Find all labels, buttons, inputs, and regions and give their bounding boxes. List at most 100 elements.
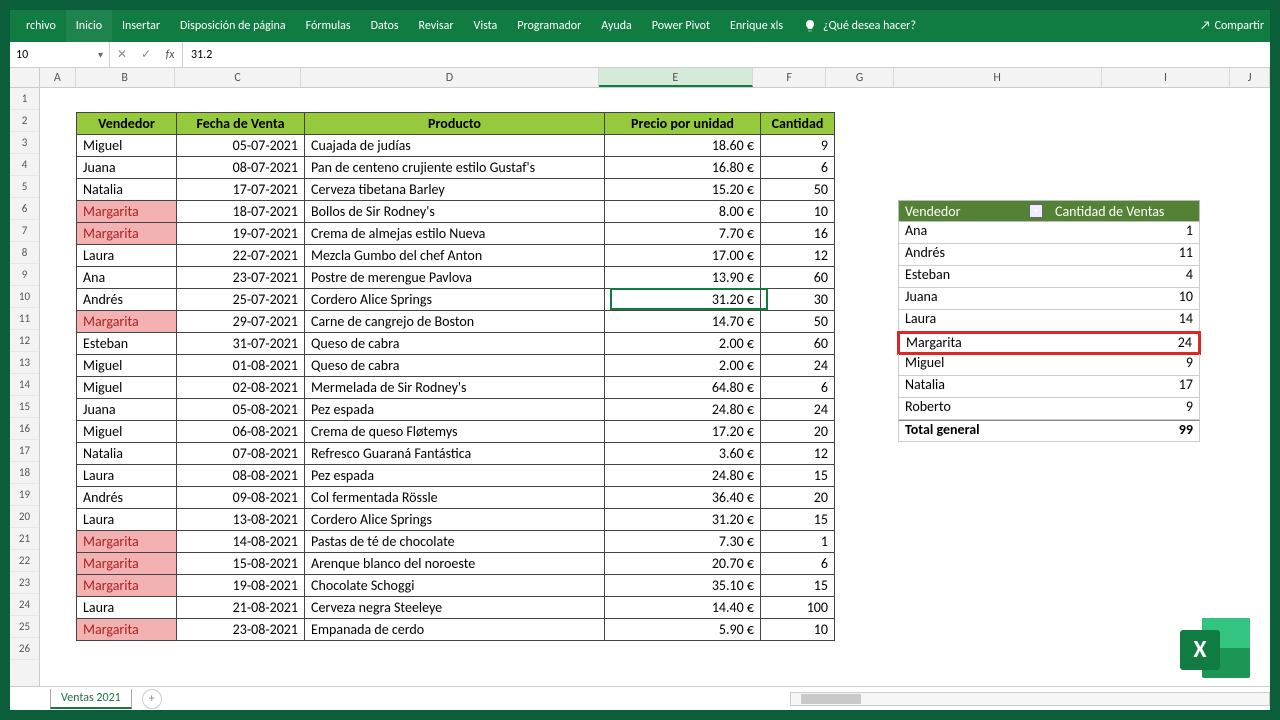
table-row[interactable]: Margarita14-08-2021Pastas de té de choco… [77,531,835,553]
cell[interactable]: 22-07-2021 [177,245,305,267]
cell[interactable]: 24.80 € [605,399,761,421]
cell[interactable]: Ana [77,267,177,289]
cell[interactable]: Margarita [77,223,177,245]
pivot-header[interactable]: Vendedor▾Cantidad de Ventas [898,200,1200,222]
row-header[interactable]: 24 [10,594,39,616]
row-header[interactable]: 6 [10,198,39,220]
scrollbar-thumb[interactable] [801,694,861,704]
cell[interactable]: Cerveza negra Steeleye [305,597,605,619]
table-row[interactable]: Juana05-08-2021Pez espada24.80 €24 [77,399,835,421]
cell[interactable]: 15 [761,575,835,597]
row-header[interactable]: 14 [10,374,39,396]
cell[interactable]: 12 [761,443,835,465]
ribbon-tab[interactable]: Ayuda [591,10,642,42]
row-header[interactable]: 1 [10,88,39,110]
column-header[interactable]: F [753,68,826,87]
cell[interactable]: Juana [77,157,177,179]
cell[interactable]: 15-08-2021 [177,553,305,575]
cell[interactable]: 29-07-2021 [177,311,305,333]
cell[interactable]: Margarita [77,201,177,223]
row-header[interactable]: 25 [10,616,39,638]
cell[interactable]: 17-07-2021 [177,179,305,201]
cell[interactable]: 08-08-2021 [177,465,305,487]
cell[interactable]: Pastas de té de chocolate [305,531,605,553]
cell[interactable]: 20.70 € [605,553,761,575]
horizontal-scrollbar[interactable] [790,692,1270,706]
cell[interactable]: 2.00 € [605,333,761,355]
ribbon-tab[interactable]: Fórmulas [296,10,361,42]
cell[interactable]: Laura [77,509,177,531]
row-header[interactable]: 3 [10,132,39,154]
row-header[interactable]: 10 [10,286,39,308]
cell[interactable]: 60 [761,267,835,289]
cell[interactable]: 9 [761,135,835,157]
row-header[interactable]: 26 [10,638,39,660]
table-row[interactable]: Margarita23-08-2021Empanada de cerdo5.90… [77,619,835,641]
cell[interactable]: 15.20 € [605,179,761,201]
cell[interactable]: 09-08-2021 [177,487,305,509]
cell[interactable]: Mezcla Gumbo del chef Anton [305,245,605,267]
column-header[interactable]: B [76,68,175,87]
table-row[interactable]: Margarita15-08-2021Arenque blanco del no… [77,553,835,575]
cell[interactable]: 23-07-2021 [177,267,305,289]
cell[interactable]: 17.00 € [605,245,761,267]
table-row[interactable]: Miguel02-08-2021Mermelada de Sir Rodney'… [77,377,835,399]
table-row[interactable]: Laura13-08-2021Cordero Alice Springs31.2… [77,509,835,531]
cell[interactable]: Miguel [77,421,177,443]
cell[interactable]: 13.90 € [605,267,761,289]
fx-icon[interactable]: fx [158,48,182,62]
column-header[interactable]: I [1102,68,1231,87]
column-headers[interactable]: ABCDEFGHIJ [40,68,1270,88]
table-header[interactable]: Vendedor [77,113,177,135]
pivot-row[interactable]: Margarita24 [897,331,1201,355]
cell[interactable]: 16.80 € [605,157,761,179]
cell[interactable]: Margarita [77,619,177,641]
cell[interactable]: Miguel [77,377,177,399]
row-header[interactable]: 7 [10,220,39,242]
cell[interactable]: 21-08-2021 [177,597,305,619]
cell[interactable]: Arenque blanco del noroeste [305,553,605,575]
pivot-row[interactable]: Andrés11 [898,244,1200,266]
cell[interactable]: 08-07-2021 [177,157,305,179]
cell[interactable]: Carne de cangrejo de Boston [305,311,605,333]
cell[interactable]: 6 [761,553,835,575]
pivot-row[interactable]: Roberto9 [898,398,1200,420]
cell[interactable]: Margarita [77,311,177,333]
row-header[interactable]: 20 [10,506,39,528]
row-header[interactable]: 21 [10,528,39,550]
spreadsheet-grid[interactable]: ABCDEFGHIJ 12345678910111213141516171819… [10,68,1270,686]
ribbon-tab[interactable]: Revisar [409,10,464,42]
table-row[interactable]: Miguel05-07-2021Cuajada de judías18.60 €… [77,135,835,157]
cell[interactable]: 64.80 € [605,377,761,399]
cell[interactable]: 25-07-2021 [177,289,305,311]
add-sheet-button[interactable]: + [142,689,162,709]
table-row[interactable]: Andrés09-08-2021Col fermentada Rössle36.… [77,487,835,509]
cell[interactable]: 18-07-2021 [177,201,305,223]
cell[interactable]: Miguel [77,355,177,377]
table-row[interactable]: Margarita18-07-2021Bollos de Sir Rodney'… [77,201,835,223]
cell[interactable]: Laura [77,597,177,619]
table-row[interactable]: Juana08-07-2021Pan de centeno crujiente … [77,157,835,179]
cell[interactable]: Margarita [77,553,177,575]
cell[interactable]: Col fermentada Rössle [305,487,605,509]
cell[interactable]: Natalia [77,179,177,201]
cell[interactable]: 18.60 € [605,135,761,157]
ribbon-tab[interactable]: Datos [361,10,409,42]
cell[interactable]: Queso de cabra [305,355,605,377]
cell[interactable]: Margarita [77,575,177,597]
cell[interactable]: 19-07-2021 [177,223,305,245]
select-all-corner[interactable] [10,68,40,88]
column-header[interactable]: A [40,68,76,87]
table-row[interactable]: Margarita19-08-2021Chocolate Schoggi35.1… [77,575,835,597]
row-header[interactable]: 11 [10,308,39,330]
table-row[interactable]: Miguel06-08-2021Crema de queso Fløtemys1… [77,421,835,443]
cell[interactable]: 6 [761,157,835,179]
cell[interactable]: 05-08-2021 [177,399,305,421]
cell[interactable]: 1 [761,531,835,553]
cell[interactable]: 16 [761,223,835,245]
cell[interactable]: 14.40 € [605,597,761,619]
cell[interactable]: 07-08-2021 [177,443,305,465]
table-row[interactable]: Margarita19-07-2021Crema de almejas esti… [77,223,835,245]
cell[interactable]: 05-07-2021 [177,135,305,157]
cell[interactable]: Cordero Alice Springs [305,509,605,531]
